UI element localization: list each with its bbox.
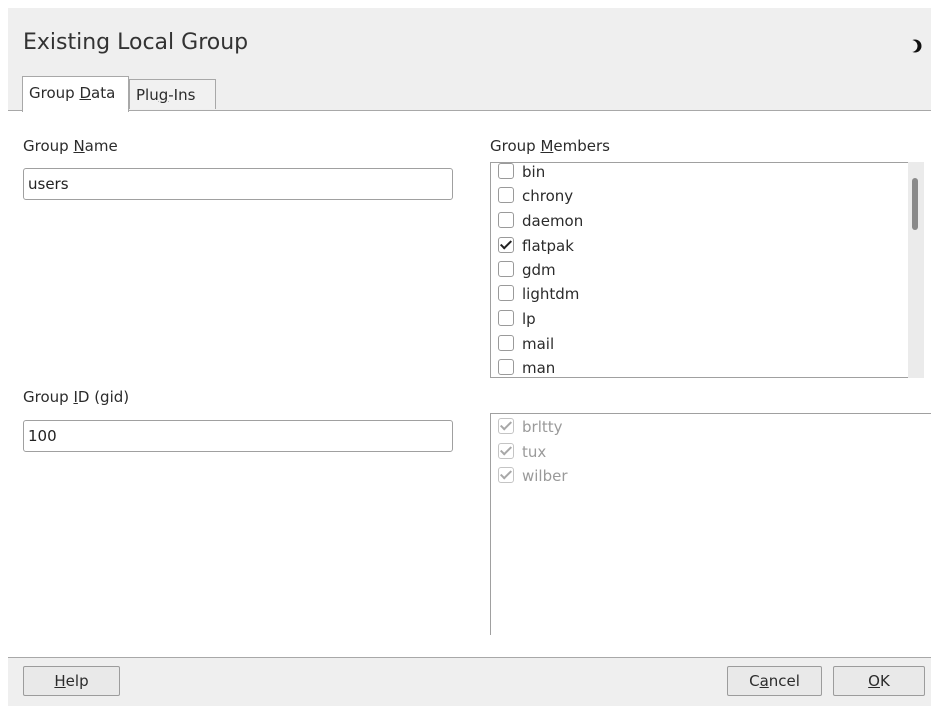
member-item-daemon[interactable]: daemon (498, 210, 583, 234)
button-label-pre: C (749, 672, 760, 690)
fixed-member-checkbox (498, 467, 514, 483)
fixed-member-checkbox (498, 443, 514, 459)
member-name: man (522, 359, 556, 377)
button-label-post: ncel (768, 672, 800, 690)
member-item-bin[interactable]: bin (498, 163, 546, 185)
fixed-member-item-wilber: wilber (498, 465, 568, 489)
label-pre: Group (23, 137, 74, 155)
label-mnemonic: N (73, 137, 85, 155)
group-id-label: Group ID (gid) (23, 388, 129, 406)
fixed-member-item-tux: tux (498, 441, 546, 465)
member-name: daemon (522, 212, 584, 230)
member-item-mail[interactable]: mail (498, 333, 554, 357)
cancel-button[interactable]: Cancel (727, 666, 822, 696)
member-checkbox[interactable] (498, 261, 514, 277)
member-name: chrony (522, 187, 574, 205)
member-item-lightdm[interactable]: lightdm (498, 283, 579, 307)
tab-label-mnemonic: D (79, 84, 91, 102)
label-post: ame (84, 137, 118, 155)
button-mnemonic: O (868, 672, 880, 690)
member-checkbox[interactable] (498, 212, 514, 228)
member-checkbox[interactable] (498, 163, 514, 179)
help-button[interactable]: Help (23, 666, 120, 696)
label-post: embers (553, 137, 610, 155)
member-checkbox[interactable] (498, 187, 514, 203)
member-checkbox[interactable] (498, 285, 514, 301)
member-name: bin (522, 163, 546, 181)
member-checkbox[interactable] (498, 335, 514, 351)
tab-group-data[interactable]: Group Data (22, 76, 129, 112)
button-mnemonic: a (759, 672, 769, 690)
group-name-label: Group Name (23, 137, 118, 155)
fixed-members-list: brltty tux wilber (490, 413, 931, 635)
tab-plug-ins[interactable]: Plug-Ins (129, 79, 216, 109)
group-members-label: Group Members (490, 137, 610, 155)
scrollbar-thumb[interactable] (912, 178, 918, 230)
member-name: gdm (522, 261, 556, 279)
button-label-post: elp (65, 672, 89, 690)
tab-label-pre: Plu (136, 86, 159, 104)
tab-label-mnemonic: g (158, 86, 169, 104)
group-name-input[interactable]: users (23, 168, 453, 200)
member-item-lp[interactable]: lp (498, 308, 536, 332)
group-id-input[interactable]: 100 (23, 420, 453, 452)
label-mnemonic: M (540, 137, 554, 155)
member-name: lp (522, 310, 536, 328)
half-moon-icon (905, 39, 922, 53)
button-mnemonic: H (54, 672, 66, 690)
member-name: lightdm (522, 285, 580, 303)
member-name: mail (522, 335, 555, 353)
label-post: D (gid) (77, 388, 130, 406)
ok-button[interactable]: OK (833, 666, 925, 696)
tab-label-post: -Ins (168, 86, 196, 104)
fixed-member-name: tux (522, 443, 547, 461)
member-checkbox[interactable] (498, 359, 514, 375)
member-item-chrony[interactable]: chrony (498, 185, 573, 209)
tab-label-post: ata (91, 84, 116, 102)
label-pre: Group (490, 137, 541, 155)
member-checkbox[interactable] (498, 237, 514, 253)
tab-content-panel: Group Name users Group ID (gid) 100 Grou… (8, 110, 931, 658)
fixed-member-checkbox (498, 418, 514, 434)
member-item-gdm[interactable]: gdm (498, 259, 556, 283)
fixed-member-name: brltty (522, 418, 563, 436)
members-scrollbar[interactable] (908, 162, 924, 378)
dialog-window: Existing Local Group Group Data Plug-Ins… (8, 8, 931, 706)
member-item-man[interactable]: man (498, 357, 556, 377)
member-checkbox[interactable] (498, 310, 514, 326)
label-pre: Group (23, 388, 74, 406)
fixed-member-name: wilber (522, 467, 568, 485)
group-members-list[interactable]: bin chrony daemon flatpak gdm lightdm lp… (490, 162, 924, 378)
button-label-post: K (879, 672, 890, 690)
dialog-title: Existing Local Group (23, 30, 249, 55)
tab-label-pre: Group (29, 84, 80, 102)
fixed-member-item-brltty: brltty (498, 416, 563, 440)
member-name: flatpak (522, 237, 574, 255)
member-item-flatpak[interactable]: flatpak (498, 235, 574, 259)
